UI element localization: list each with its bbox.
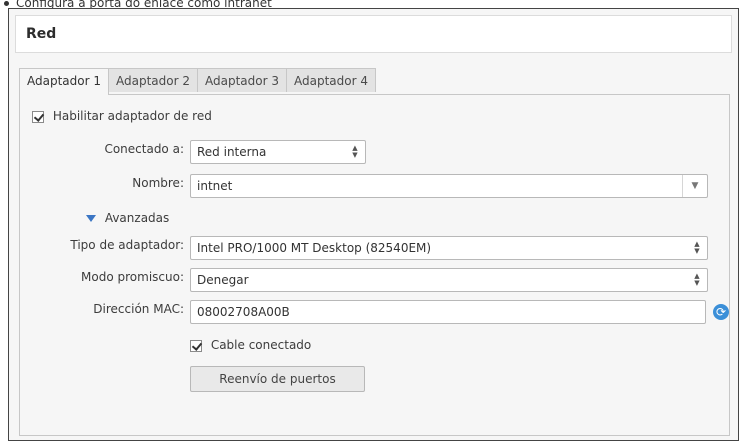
port-forwarding-button[interactable]: Reenvío de puertos [190,366,365,392]
name-label: Nombre: [132,176,184,190]
advanced-toggle[interactable]: Avanzadas [86,206,169,230]
section-title: Red [15,15,732,53]
tab-adaptador-2[interactable]: Adaptador 2 [108,68,198,92]
promiscuous-value: Denegar [197,273,249,287]
screenshot-frame: Red Adaptador 1 Adaptador 2 Adaptador 3 … [8,8,739,441]
adapter-type-value: Intel PRO/1000 MT Desktop (82540EM) [197,241,432,255]
bullet-icon [4,1,9,6]
attached-to-select[interactable]: Red interna ▲ ▼ [190,140,366,164]
spin-arrows-icon: ▲ ▼ [694,272,700,287]
mac-label: Dirección MAC: [93,302,184,316]
adapter-tabs: Adaptador 1 Adaptador 2 Adaptador 3 Adap… [19,68,376,95]
tab-adaptador-1[interactable]: Adaptador 1 [19,68,109,95]
mac-value: 08002708A00B [197,305,290,319]
spin-arrows-icon: ▲ ▼ [694,240,700,255]
caption: Configura a porta do enlace como intrane… [16,0,272,10]
attached-to-label: Conectado a: [104,142,184,156]
promiscuous-select[interactable]: Denegar ▲ ▼ [190,268,708,292]
chevron-down-icon[interactable]: ▼ [682,175,707,197]
refresh-icon[interactable]: ⟳ [713,304,729,320]
mac-input[interactable]: 08002708A00B [190,300,706,324]
adapter-type-label: Tipo de adaptador: [70,238,184,252]
name-value: intnet [197,179,233,193]
triangle-down-icon [86,215,96,222]
spin-arrows-icon: ▲ ▼ [352,144,358,159]
advanced-label: Avanzadas [104,211,170,225]
attached-to-value: Red interna [197,145,267,159]
enable-adapter-checkbox[interactable] [32,110,44,123]
adapter-panel: Habilitar adaptador de red Conectado a: … [19,94,730,436]
promiscuous-label: Modo promiscuo: [81,270,184,284]
name-combobox[interactable]: intnet ▼ [190,174,708,198]
cable-connected-checkbox[interactable] [190,339,202,352]
enable-adapter-label: Habilitar adaptador de red [52,109,212,123]
enable-adapter-row[interactable]: Habilitar adaptador de red [32,104,212,128]
tab-adaptador-4[interactable]: Adaptador 4 [286,68,376,92]
tab-adaptador-3[interactable]: Adaptador 3 [197,68,287,92]
cable-connected-label: Cable conectado [210,338,312,352]
adapter-type-select[interactable]: Intel PRO/1000 MT Desktop (82540EM) ▲ ▼ [190,236,708,260]
cable-connected-row[interactable]: Cable conectado [190,333,311,357]
